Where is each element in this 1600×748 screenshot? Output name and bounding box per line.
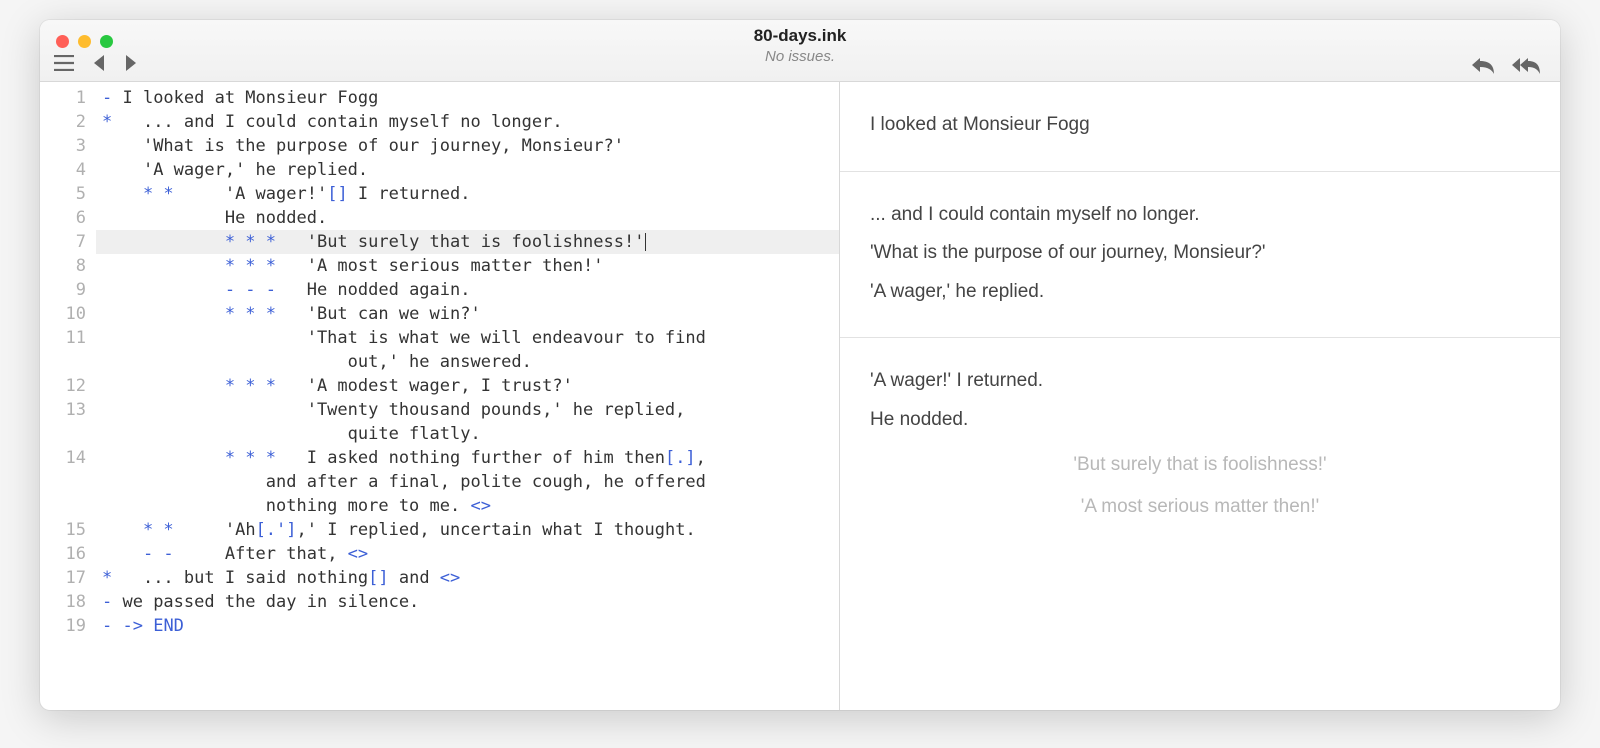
forward-icon bbox=[124, 55, 138, 71]
line-number: 2 bbox=[40, 110, 86, 134]
menu-button[interactable] bbox=[54, 55, 74, 71]
step-back-button[interactable] bbox=[1470, 55, 1496, 75]
window-title: 80-days.ink bbox=[40, 26, 1560, 46]
preview-text: He nodded. bbox=[870, 407, 1530, 434]
code-line[interactable]: - -> END bbox=[96, 614, 839, 638]
line-number: 3 bbox=[40, 134, 86, 158]
code-line[interactable]: 'What is the purpose of our journey, Mon… bbox=[96, 134, 839, 158]
preview-block: 'A wager!' I returned. He nodded. 'But sur… bbox=[840, 338, 1560, 557]
status-text: No issues. bbox=[40, 48, 1560, 65]
preview-block: I looked at Monsieur Fogg bbox=[840, 82, 1560, 172]
code-line[interactable]: * * * 'A modest wager, I trust?' bbox=[96, 374, 839, 398]
line-number: 19 bbox=[40, 614, 86, 638]
code-area[interactable]: - I looked at Monsieur Fogg* ... and I c… bbox=[96, 86, 839, 710]
reply-icon bbox=[1470, 55, 1496, 75]
line-number: 9 bbox=[40, 278, 86, 302]
code-line[interactable]: * ... but I said nothing[] and <> bbox=[96, 566, 839, 590]
code-line[interactable]: * * * 'A most serious matter then!' bbox=[96, 254, 839, 278]
code-line[interactable]: - - - He nodded again. bbox=[96, 278, 839, 302]
minimize-button[interactable] bbox=[78, 35, 91, 48]
preview-text: 'A wager,' he replied. bbox=[870, 279, 1530, 306]
line-number bbox=[40, 494, 86, 518]
code-line[interactable]: * * 'A wager!'[] I returned. bbox=[96, 182, 839, 206]
line-number: 6 bbox=[40, 206, 86, 230]
code-line[interactable]: 'Twenty thousand pounds,' he replied, bbox=[96, 398, 839, 422]
line-number: 12 bbox=[40, 374, 86, 398]
code-line[interactable]: * ... and I could contain myself no long… bbox=[96, 110, 839, 134]
story-preview: I looked at Monsieur Fogg ... and I could… bbox=[840, 82, 1560, 710]
hamburger-icon bbox=[54, 55, 74, 71]
code-line[interactable]: 'That is what we will endeavour to find bbox=[96, 326, 839, 350]
titlebar: 80-days.ink No issues. bbox=[40, 20, 1560, 82]
code-line[interactable]: * * * I asked nothing further of him the… bbox=[96, 446, 839, 470]
line-number: 16 bbox=[40, 542, 86, 566]
code-line[interactable]: quite flatly. bbox=[96, 422, 839, 446]
code-line[interactable]: and after a final, polite cough, he offe… bbox=[96, 470, 839, 494]
close-button[interactable] bbox=[56, 35, 69, 48]
text-cursor bbox=[645, 233, 646, 251]
toolbar-left bbox=[54, 55, 138, 71]
nav-back-button[interactable] bbox=[92, 55, 106, 71]
traffic-lights bbox=[56, 35, 113, 48]
story-choice[interactable]: 'But surely that is foolishness!' bbox=[870, 454, 1530, 476]
back-icon bbox=[92, 55, 106, 71]
preview-text: 'A wager!' I returned. bbox=[870, 368, 1530, 395]
line-number: 14 bbox=[40, 446, 86, 470]
line-number: 11 bbox=[40, 326, 86, 350]
code-line[interactable]: nothing more to me. <> bbox=[96, 494, 839, 518]
reply-all-icon bbox=[1510, 55, 1542, 75]
line-number: 1 bbox=[40, 86, 86, 110]
code-line[interactable]: He nodded. bbox=[96, 206, 839, 230]
body: 12345678910111213141516171819 - I looked… bbox=[40, 82, 1560, 710]
line-gutter: 12345678910111213141516171819 bbox=[40, 86, 96, 710]
line-number: 7 bbox=[40, 230, 86, 254]
code-editor[interactable]: 12345678910111213141516171819 - I looked… bbox=[40, 82, 840, 710]
code-line[interactable]: * * 'Ah[.'],' I replied, uncertain what … bbox=[96, 518, 839, 542]
line-number: 18 bbox=[40, 590, 86, 614]
code-line[interactable]: * * * 'But surely that is foolishness!' bbox=[96, 230, 839, 254]
line-number: 4 bbox=[40, 158, 86, 182]
nav-forward-button[interactable] bbox=[124, 55, 138, 71]
preview-text: I looked at Monsieur Fogg bbox=[870, 112, 1530, 139]
line-number bbox=[40, 422, 86, 446]
code-line[interactable]: - we passed the day in silence. bbox=[96, 590, 839, 614]
code-line[interactable]: 'A wager,' he replied. bbox=[96, 158, 839, 182]
code-line[interactable]: - - After that, <> bbox=[96, 542, 839, 566]
line-number: 5 bbox=[40, 182, 86, 206]
preview-text: 'What is the purpose of our journey, Mon… bbox=[870, 240, 1530, 267]
code-line[interactable]: * * * 'But can we win?' bbox=[96, 302, 839, 326]
rewind-button[interactable] bbox=[1510, 55, 1542, 75]
line-number: 8 bbox=[40, 254, 86, 278]
code-line[interactable]: - I looked at Monsieur Fogg bbox=[96, 86, 839, 110]
app-window: 80-days.ink No issues. 12345678910111213… bbox=[40, 20, 1560, 710]
line-number: 17 bbox=[40, 566, 86, 590]
line-number: 15 bbox=[40, 518, 86, 542]
line-number: 13 bbox=[40, 398, 86, 422]
preview-block: ... and I could contain myself no longer… bbox=[840, 172, 1560, 339]
line-number bbox=[40, 350, 86, 374]
story-choice[interactable]: 'A most serious matter then!' bbox=[870, 496, 1530, 518]
maximize-button[interactable] bbox=[100, 35, 113, 48]
preview-text: ... and I could contain myself no longer… bbox=[870, 202, 1530, 229]
toolbar-right bbox=[1470, 55, 1542, 75]
line-number: 10 bbox=[40, 302, 86, 326]
code-line[interactable]: out,' he answered. bbox=[96, 350, 839, 374]
line-number bbox=[40, 470, 86, 494]
